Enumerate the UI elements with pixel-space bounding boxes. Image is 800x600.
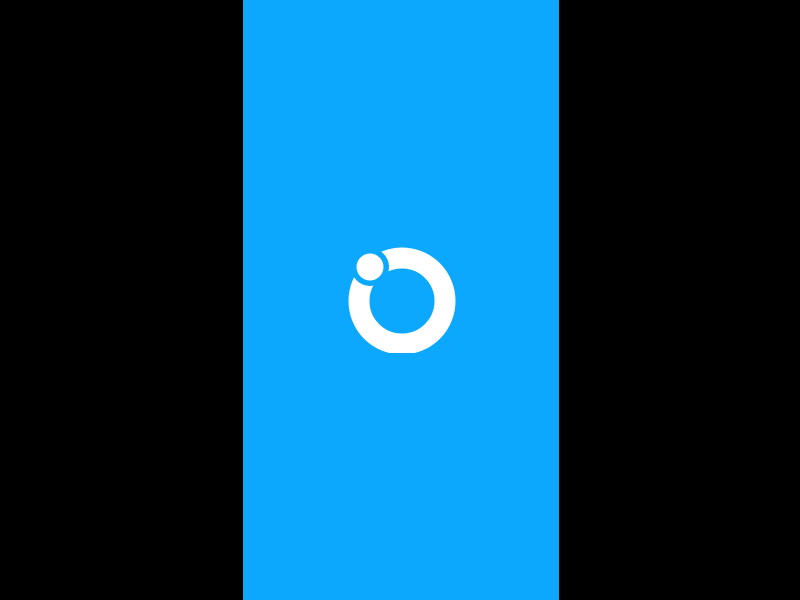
app-viewport — [0, 0, 800, 600]
splash-screen — [243, 0, 559, 600]
ring-with-dot-logo-icon — [348, 247, 456, 353]
app-logo — [348, 245, 456, 353]
